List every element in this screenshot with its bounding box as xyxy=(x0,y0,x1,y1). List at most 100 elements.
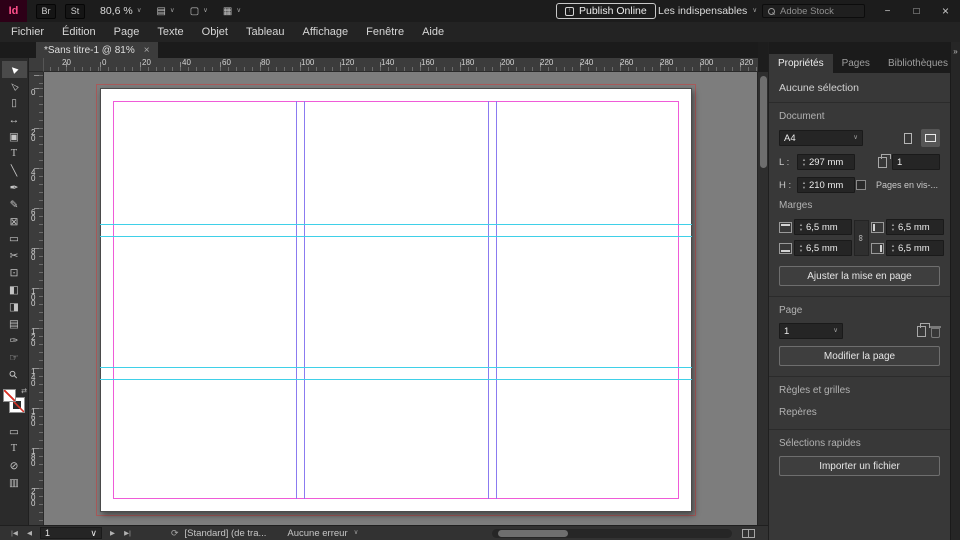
menu-fenetre[interactable]: Fenêtre xyxy=(357,22,413,42)
current-page-select[interactable]: 1 ∨ xyxy=(779,323,843,339)
ruler-guide[interactable] xyxy=(100,236,692,237)
add-page-icon[interactable] xyxy=(917,322,930,337)
maximize-button[interactable]: □ xyxy=(902,0,931,22)
delete-page-icon[interactable] xyxy=(930,325,941,338)
canvas[interactable] xyxy=(44,72,757,525)
publish-online-button[interactable]: ↑ Publish Online xyxy=(556,3,656,19)
pen-tool[interactable]: ✒ xyxy=(2,180,27,197)
vertical-scrollbar-thumb[interactable] xyxy=(760,76,767,168)
horizontal-ruler[interactable]: 20 0 20 40 60 80 100 120 140 160 180 200 220 240 260 28… xyxy=(44,58,758,72)
preflight-menu-icon[interactable]: ⟳ xyxy=(171,528,179,539)
horizontal-scrollbar[interactable] xyxy=(492,528,732,538)
selection-tool[interactable]: ► xyxy=(1,61,27,78)
menu-page[interactable]: Page xyxy=(105,22,149,42)
formatting-affects-text-button[interactable]: T xyxy=(2,441,27,458)
margin-right-input[interactable]: ▲ ▼ 6,5 mm xyxy=(886,240,944,256)
scissors-tool[interactable]: ✂ xyxy=(2,248,27,265)
fill-color-swatch[interactable] xyxy=(3,389,16,402)
tab-pages[interactable]: Pages xyxy=(833,54,879,73)
screen-mode-menu-button[interactable]: ▢ ∨ xyxy=(190,0,208,22)
stepper-up-icon[interactable]: ▲ xyxy=(802,157,806,162)
document-tab[interactable]: *Sans titre-1 @ 81% × xyxy=(36,42,158,58)
gap-tool[interactable]: ↔ xyxy=(2,112,27,129)
direct-selection-tool[interactable]: ▻ xyxy=(2,78,27,95)
horizontal-scrollbar-thumb[interactable] xyxy=(498,529,568,537)
bridge-button[interactable]: Br xyxy=(36,3,56,19)
menu-fichier[interactable]: Fichier xyxy=(2,22,53,42)
workspace-switcher[interactable]: Les indispensables ∨ xyxy=(658,0,757,22)
gradient-swatch-tool[interactable]: ◧ xyxy=(2,282,27,299)
stepper-down-icon[interactable]: ▼ xyxy=(799,248,803,253)
rectangle-tool[interactable]: ▭ xyxy=(2,231,27,248)
hand-tool[interactable]: ☞ xyxy=(2,350,27,367)
menu-affichage[interactable]: Affichage xyxy=(294,22,358,42)
view-options-button[interactable]: ▤ ∨ xyxy=(156,0,174,22)
ruler-guide[interactable] xyxy=(100,367,692,368)
preflight-status[interactable]: Aucune erreur xyxy=(287,528,347,539)
stock-button[interactable]: St xyxy=(65,3,85,19)
import-file-button[interactable]: Importer un fichier xyxy=(779,456,940,476)
stepper-down-icon[interactable]: ▼ xyxy=(802,185,806,190)
margin-top-stepper[interactable]: ▲ ▼ xyxy=(799,222,803,232)
ruler-origin-corner[interactable] xyxy=(29,58,44,72)
next-page-button[interactable]: ▶ xyxy=(105,529,120,537)
menu-tableau[interactable]: Tableau xyxy=(237,22,294,42)
arrange-documents-button[interactable]: ▦ ∨ xyxy=(223,0,241,22)
swap-fill-stroke-icon[interactable]: ⇄ xyxy=(21,387,27,395)
free-transform-tool[interactable]: ⊡ xyxy=(2,265,27,282)
rectangle-frame-tool[interactable]: ⊠ xyxy=(2,214,27,231)
first-page-button[interactable]: |◀ xyxy=(7,529,22,537)
margin-bottom-stepper[interactable]: ▲ ▼ xyxy=(799,243,803,253)
tab-bibliotheques[interactable]: Bibliothèques xyxy=(879,54,957,73)
link-margins-button[interactable]: ∞ xyxy=(854,219,869,256)
margin-left-input[interactable]: ▲ ▼ 6,5 mm xyxy=(886,219,944,235)
stepper-up-icon[interactable]: ▲ xyxy=(802,180,806,185)
eyedropper-tool[interactable]: ✑ xyxy=(2,333,27,350)
stepper-up-icon[interactable]: ▲ xyxy=(799,243,803,248)
stepper-up-icon[interactable]: ▲ xyxy=(891,222,895,227)
stepper-down-icon[interactable]: ▼ xyxy=(891,227,895,232)
adobe-stock-search-input[interactable]: Adobe Stock xyxy=(762,4,865,18)
margin-right-stepper[interactable]: ▲ ▼ xyxy=(891,243,895,253)
stepper-down-icon[interactable]: ▼ xyxy=(799,227,803,232)
page-size-select[interactable]: A4 ∨ xyxy=(779,130,863,146)
pencil-tool[interactable]: ✎ xyxy=(2,197,27,214)
vertical-ruler[interactable]: 0 20 40 60 80 100 120 140 160 180 200 xyxy=(29,72,44,525)
menu-edition[interactable]: Édition xyxy=(53,22,105,42)
stepper-up-icon[interactable]: ▲ xyxy=(799,222,803,227)
zoom-tool[interactable]: ⚲ xyxy=(2,367,27,384)
last-page-button[interactable]: ▶| xyxy=(120,529,135,537)
facing-pages-checkbox[interactable] xyxy=(856,180,866,190)
portrait-orientation-button[interactable] xyxy=(898,129,917,147)
gradient-feather-tool[interactable]: ◨ xyxy=(2,299,27,316)
page-number-select[interactable]: 1 ∨ xyxy=(40,527,102,539)
margin-top-input[interactable]: ▲ ▼ 6,5 mm xyxy=(794,219,852,235)
previous-page-button[interactable]: ◀ xyxy=(22,529,37,537)
tab-close-icon[interactable]: × xyxy=(144,45,150,56)
tab-proprietes[interactable]: Propriétés xyxy=(769,54,833,73)
height-stepper[interactable]: ▲ ▼ xyxy=(802,180,806,190)
page-count-input[interactable]: 1 xyxy=(892,154,940,170)
stepper-up-icon[interactable]: ▲ xyxy=(891,243,895,248)
ruler-guide[interactable] xyxy=(100,379,692,380)
modify-page-button[interactable]: Modifier la page xyxy=(779,346,940,366)
type-tool[interactable]: T xyxy=(2,146,27,163)
width-input[interactable]: ▲ ▼ 297 mm xyxy=(797,154,855,170)
close-button[interactable]: × xyxy=(931,0,960,22)
page-tool[interactable]: ▯ xyxy=(2,95,27,112)
line-tool[interactable]: ╲ xyxy=(2,163,27,180)
stepper-down-icon[interactable]: ▼ xyxy=(802,162,806,167)
height-input[interactable]: ▲ ▼ 210 mm xyxy=(797,177,855,193)
menu-aide[interactable]: Aide xyxy=(413,22,453,42)
note-tool[interactable]: ▤ xyxy=(2,316,27,333)
formatting-affects-container-button[interactable]: ▭ xyxy=(2,424,27,441)
zoom-level-select[interactable]: 80,6 % ∨ xyxy=(100,0,141,22)
margin-left-stepper[interactable]: ▲ ▼ xyxy=(891,222,895,232)
apply-none-button[interactable]: ⊘ xyxy=(2,458,27,475)
ruler-guide[interactable] xyxy=(100,224,692,225)
content-collector-tool[interactable]: ▣ xyxy=(2,129,27,146)
minimize-button[interactable]: − xyxy=(873,0,902,22)
adjust-layout-button[interactable]: Ajuster la mise en page xyxy=(779,266,940,286)
margin-bottom-input[interactable]: ▲ ▼ 6,5 mm xyxy=(794,240,852,256)
spread-view-icon[interactable] xyxy=(742,528,755,538)
